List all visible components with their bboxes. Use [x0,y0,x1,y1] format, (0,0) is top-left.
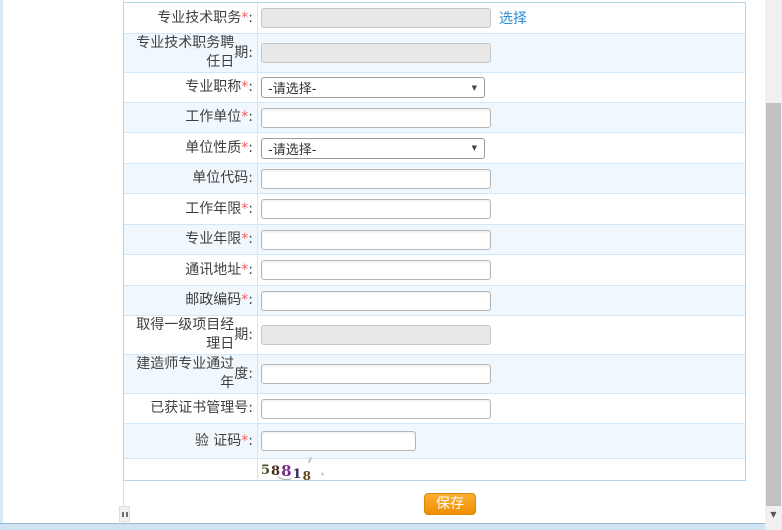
captcha-noise-mark [321,472,325,475]
work-unit-input[interactable] [261,108,491,128]
field-value [258,103,745,132]
form-row-unit-nature: 单位性质*: -请选择- ▼ [124,133,745,164]
form-row-obtained-cert-no: 已获证书管理号: [124,394,745,424]
unit-nature-select[interactable]: -请选择- ▼ [261,138,485,159]
unit-code-input[interactable] [261,169,491,189]
form-row-captcha-image: 58818 [124,459,745,480]
required-star: * [241,292,248,308]
select-value: -请选择- [268,78,316,97]
field-value [258,424,745,458]
form-row-postal-code: 邮政编码*: [124,286,745,316]
required-star: * [241,10,248,26]
form-row-constructor-pass-year: 建造师专业通过年度: [124,355,745,394]
field-label: 取得一级项目经理日期: [124,316,258,354]
required-star: * [241,109,248,125]
form-row-major-years: 专业年限*: [124,225,745,255]
form-row-prof-title: 专业职称*: -请选择- ▼ [124,73,745,103]
chevron-down-icon: ▼ [472,144,477,152]
form-row-prof-tech-post-date: 专业技术职务聘任日期: [124,34,745,73]
left-panel [3,0,123,523]
pm-cert-date-input [261,325,491,345]
field-label: 已获证书管理号: [124,394,258,423]
field-value: -请选择- ▼ [258,133,745,163]
prof-tech-post-select-link[interactable]: 选择 [499,8,527,28]
field-label: 建造师专业通过年度: [124,355,258,393]
scroll-down-button[interactable]: ▼ [765,506,782,524]
constructor-pass-year-input[interactable] [261,364,491,384]
triangle-down-icon: ▼ [770,510,776,519]
work-years-input[interactable] [261,199,491,219]
form-row-prof-tech-post: 专业技术职务*: 选择 [124,3,745,34]
field-value [258,355,745,393]
field-value [258,286,745,315]
field-label: 单位代码: [124,164,258,193]
field-value: 选择 [258,3,745,33]
form-row-unit-code: 单位代码: [124,164,745,194]
field-value [258,225,745,254]
mailing-address-input[interactable] [261,260,491,280]
field-label: 专业职称*: [124,73,258,102]
field-label: 验 证 码*: [124,424,258,458]
required-star: * [241,201,248,217]
required-star: * [241,262,248,278]
prof-title-select[interactable]: -请选择- ▼ [261,77,485,98]
save-button[interactable]: 保存 [424,493,476,515]
field-label: 工作年限*: [124,194,258,224]
captcha-digit: 5 [261,463,271,478]
major-years-input[interactable] [261,230,491,250]
postal-code-input[interactable] [261,291,491,311]
field-value: 58818 [258,459,745,480]
field-value: -请选择- ▼ [258,73,745,102]
field-value [258,164,745,193]
captcha-input[interactable] [261,431,416,451]
vertical-scrollbar[interactable]: ▼ [765,0,782,530]
field-label: 工作单位*: [124,103,258,132]
form-row-mailing-address: 通讯地址*: [124,255,745,286]
scrollbar-thumb[interactable] [766,103,781,506]
field-label: 邮政编码*: [124,286,258,315]
captcha-noise-mark [308,457,312,463]
form-row-work-unit: 工作单位*: [124,103,745,133]
prof-tech-post-input [261,8,491,28]
form-table: 专业技术职务*:选择专业技术职务聘任日期:专业职称*:-请选择-▼工作单位*:单… [123,2,746,481]
required-star: * [241,231,248,247]
field-label: 专业技术职务*: [124,3,258,33]
field-value [258,255,745,285]
required-star: * [241,433,248,449]
form-row-work-years: 工作年限*: [124,194,745,225]
field-value [258,394,745,423]
chevron-down-icon: ▼ [472,84,477,92]
captcha-image: 58818 [261,459,341,480]
field-value [258,316,745,354]
required-star: * [241,79,248,95]
field-label: 专业技术职务聘任日期: [124,34,258,72]
field-value [258,194,745,224]
required-star: * [241,140,248,156]
bottom-border-bar [0,523,765,530]
obtained-cert-no-input[interactable] [261,399,491,419]
field-label: 专业年限*: [124,225,258,254]
form-row-captcha: 验 证 码*: [124,424,745,459]
panel-resize-grip[interactable] [119,506,130,522]
field-value [258,34,745,72]
prof-tech-post-date-input [261,43,491,63]
select-value: -请选择- [268,139,316,158]
field-label: 单位性质*: [124,133,258,163]
field-label [124,459,258,480]
form-row-pm-cert-date: 取得一级项目经理日期: [124,316,745,355]
field-label: 通讯地址*: [124,255,258,285]
captcha-digit: 8 [303,469,312,483]
